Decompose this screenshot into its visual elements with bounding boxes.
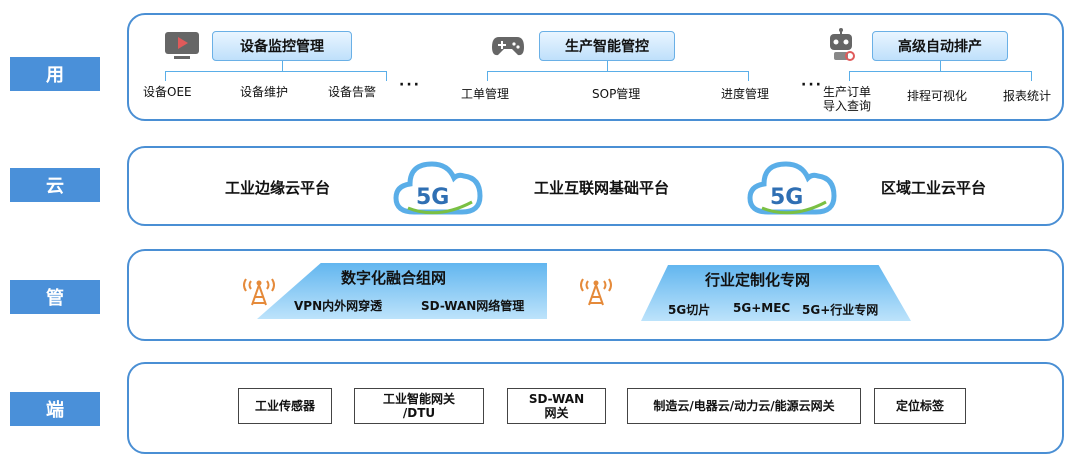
item-schedule-visualization: 排程可视化 (907, 89, 968, 103)
device-layer: 工业传感器 工业智能网关/DTU SD-WAN 网关 制造云/电器云/动力云/能源… (127, 362, 1064, 454)
monitor-play-icon (165, 32, 199, 59)
platform-edge-cloud: 工业边缘云平台 (225, 179, 331, 197)
network-custom-item-private: 5G+行业专网 (802, 303, 879, 317)
network-custom-item-mec: 5G+MEC (733, 301, 791, 315)
item-report-statistics: 报表统计 (1003, 89, 1052, 103)
signal-tower-icon (580, 278, 612, 306)
robot-icon (830, 28, 855, 61)
network-custom-item-slice: 5G切片 (668, 303, 711, 317)
group-title-auto-scheduling: 高级自动排产 (872, 31, 1008, 61)
cloud-5g-icon: 5G (393, 161, 483, 215)
item-sop: SOP管理 (592, 87, 641, 101)
side-label-device: 端 (10, 392, 100, 426)
device-industrial-sensor: 工业传感器 (238, 388, 332, 424)
group-title-device-monitoring: 设备监控管理 (212, 31, 352, 61)
device-positioning-tag: 定位标签 (874, 388, 966, 424)
device-sdwan-gateway: SD-WAN 网关 (507, 388, 606, 424)
item-device-maintenance: 设备维护 (240, 85, 289, 99)
ellipsis: ··· (399, 77, 421, 93)
cloud-badge-text: 5G (770, 185, 803, 210)
network-fusion-item-vpn: VPN内外网穿透 (294, 299, 383, 313)
item-order-import-query: 生产订单 导入查询 (823, 85, 872, 113)
network-fusion-title: 数字化融合组网 (341, 269, 447, 287)
device-smart-gateway-dtu: 工业智能网关/DTU (354, 388, 484, 424)
pipe-layer: 数字化融合组网 VPN内外网穿透 SD-WAN网络管理 行业定制化专网 5G切片… (127, 249, 1064, 341)
item-work-order: 工单管理 (461, 87, 510, 101)
device-cloud-gateways: 制造云/电器云/动力云/能源云网关 (627, 388, 861, 424)
side-label-cloud: 云 (10, 168, 100, 202)
network-custom-title: 行业定制化专网 (705, 271, 811, 289)
side-label-application: 用 (10, 57, 100, 91)
network-fusion-item-sdwan: SD-WAN网络管理 (421, 299, 525, 313)
platform-regional-cloud: 区域工业云平台 (881, 179, 987, 197)
group-title-production-control: 生产智能管控 (539, 31, 675, 61)
cloud-badge-text: 5G (416, 185, 449, 210)
item-device-oee: 设备OEE (143, 85, 192, 99)
ellipsis: ··· (801, 77, 823, 93)
platform-industrial-internet: 工业互联网基础平台 (534, 179, 670, 197)
gamepad-icon (492, 37, 524, 56)
item-progress: 进度管理 (721, 87, 770, 101)
cloud-layer: 工业边缘云平台 5G 工业互联网基础平台 5G 区域工业云平台 (127, 146, 1064, 226)
side-label-pipe: 管 (10, 280, 100, 314)
item-device-alarm: 设备告警 (328, 85, 377, 99)
cloud-5g-icon: 5G (747, 161, 837, 215)
application-layer: 设备监控管理 设备OEE 设备维护 设备告警 ··· 生产智能管控 工单管理 S… (127, 13, 1064, 121)
signal-tower-icon (243, 278, 275, 306)
